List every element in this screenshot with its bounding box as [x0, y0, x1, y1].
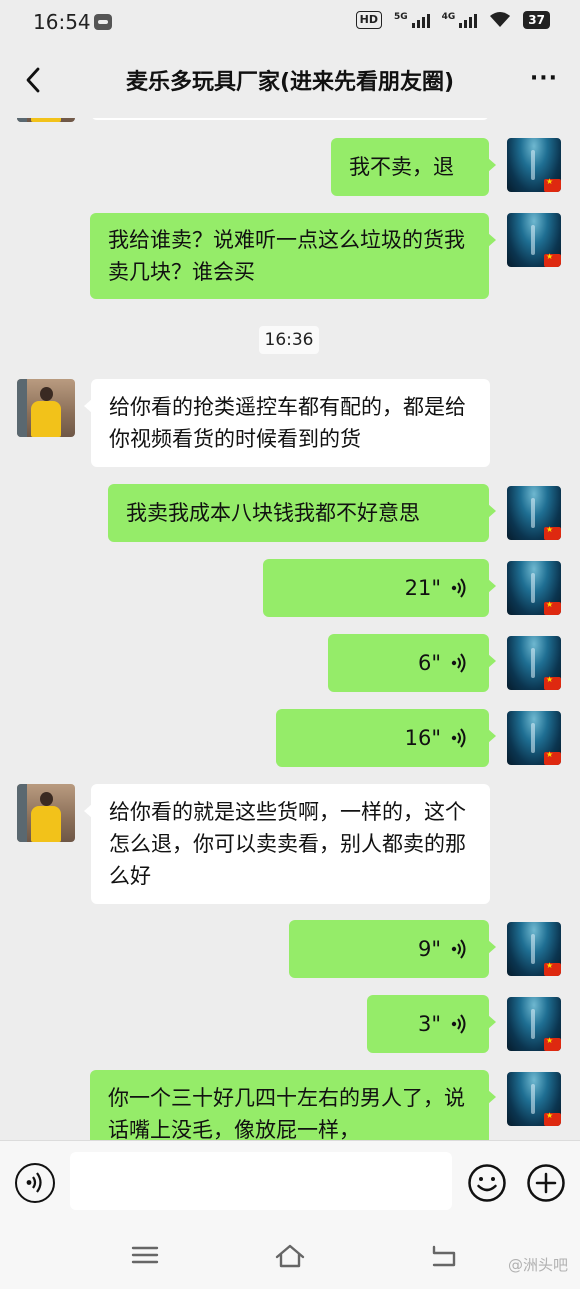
system-nav-bar: @洲头吧: [0, 1224, 580, 1289]
flag-badge-icon: [544, 1036, 561, 1051]
back-nav-icon[interactable]: [426, 1240, 460, 1270]
voice-toggle-icon[interactable]: [15, 1163, 55, 1203]
message-bubble-sent[interactable]: 我给谁卖？说难听一点这么垃圾的货我卖几块？谁会买: [90, 213, 496, 299]
signal-4g-icon: 4G: [442, 12, 478, 28]
menu-icon[interactable]: [128, 1240, 162, 1270]
status-bar: 16:54 HD 5G 4G 37: [0, 0, 580, 46]
voice-message-bubble[interactable]: 16": [276, 709, 496, 767]
voice-wave-icon: [451, 578, 466, 598]
status-time: 16:54: [33, 10, 91, 34]
message-bubble-received[interactable]: 给你看的抢类遥控车都有配的，都是给你视频看货的时候看到的货: [84, 379, 490, 467]
clipped-message-bubble: [91, 118, 489, 120]
flag-badge-icon: [544, 600, 561, 615]
self-avatar[interactable]: [507, 711, 561, 765]
flag-badge-icon: [544, 750, 561, 765]
message-text: 我卖我成本八块钱我都不好意思: [126, 501, 420, 525]
self-avatar[interactable]: [507, 213, 561, 267]
notification-app-icon: [94, 14, 112, 30]
flag-badge-icon: [544, 252, 561, 267]
flag-badge-icon: [544, 675, 561, 690]
more-icon[interactable]: ···: [530, 66, 558, 91]
voice-message-bubble[interactable]: 6": [328, 634, 496, 692]
chat-header: 麦乐多玩具厂家(进来先看朋友圈) ···: [0, 46, 580, 118]
battery-indicator: 37: [523, 11, 550, 29]
voice-wave-icon: [451, 728, 466, 748]
self-avatar[interactable]: [507, 561, 561, 615]
voice-duration: 3": [417, 1012, 441, 1036]
voice-duration: 9": [417, 937, 441, 961]
flag-badge-icon: [544, 961, 561, 976]
message-input-bar: [0, 1140, 580, 1224]
message-text: 我不卖，退: [349, 155, 454, 179]
self-avatar[interactable]: [507, 922, 561, 976]
message-text: 你一个三十好几四十左右的男人了，说话嘴上没毛，像放屁一样，: [108, 1086, 465, 1140]
flag-badge-icon: [544, 525, 561, 540]
flag-badge-icon: [544, 177, 561, 192]
voice-duration: 16": [404, 726, 441, 750]
contact-avatar[interactable]: [17, 784, 75, 842]
message-list[interactable]: 我不卖，退 我给谁卖？说难听一点这么垃圾的货我卖几块？谁会买 16:36 给你看…: [0, 118, 580, 1140]
self-avatar[interactable]: [507, 636, 561, 690]
voice-message-bubble[interactable]: 3": [367, 995, 496, 1053]
message-text: 我给谁卖？说难听一点这么垃圾的货我卖几块？谁会买: [108, 228, 465, 284]
chat-title: 麦乐多玩具厂家(进来先看朋友圈): [125, 70, 455, 95]
voice-message-bubble[interactable]: 9": [289, 920, 496, 978]
hd-badge: HD: [355, 11, 382, 29]
self-avatar[interactable]: [507, 486, 561, 540]
watermark: @洲头吧: [507, 1256, 568, 1274]
self-avatar[interactable]: [507, 138, 561, 192]
net-label-4g: 4G: [441, 12, 456, 22]
back-icon[interactable]: [16, 60, 56, 100]
message-bubble-received[interactable]: 给你看的就是这些货啊，一样的，这个怎么退，你可以卖卖看，别人都卖的那么好: [84, 784, 490, 904]
contact-avatar[interactable]: [17, 118, 75, 122]
emoji-icon[interactable]: [467, 1163, 507, 1203]
home-icon[interactable]: [273, 1240, 307, 1270]
message-bubble-sent[interactable]: 我卖我成本八块钱我都不好意思: [108, 484, 496, 542]
contact-avatar[interactable]: [17, 379, 75, 437]
self-avatar[interactable]: [507, 1072, 561, 1126]
message-bubble-sent[interactable]: 你一个三十好几四十左右的男人了，说话嘴上没毛，像放屁一样，: [90, 1070, 496, 1140]
net-label-5g: 5G: [393, 12, 408, 22]
voice-duration: 21": [404, 576, 441, 600]
signal-5g-icon: 5G: [394, 12, 430, 28]
wifi-icon: [490, 12, 511, 27]
message-input[interactable]: [70, 1152, 452, 1210]
voice-wave-icon: [451, 653, 466, 673]
plus-icon[interactable]: [526, 1163, 566, 1203]
message-text: 给你看的抢类遥控车都有配的，都是给你视频看货的时候看到的货: [109, 395, 466, 451]
message-text: 给你看的就是这些货啊，一样的，这个怎么退，你可以卖卖看，别人都卖的那么好: [109, 800, 466, 888]
self-avatar[interactable]: [507, 997, 561, 1051]
flag-badge-icon: [544, 1111, 561, 1126]
voice-message-bubble[interactable]: 21": [263, 559, 496, 617]
voice-wave-icon: [451, 939, 466, 959]
status-indicators: HD 5G 4G 37: [355, 11, 550, 29]
chat-timestamp: 16:36: [259, 326, 319, 354]
message-bubble-sent[interactable]: 我不卖，退: [331, 138, 496, 196]
voice-duration: 6": [417, 651, 441, 675]
voice-wave-icon: [451, 1014, 466, 1034]
